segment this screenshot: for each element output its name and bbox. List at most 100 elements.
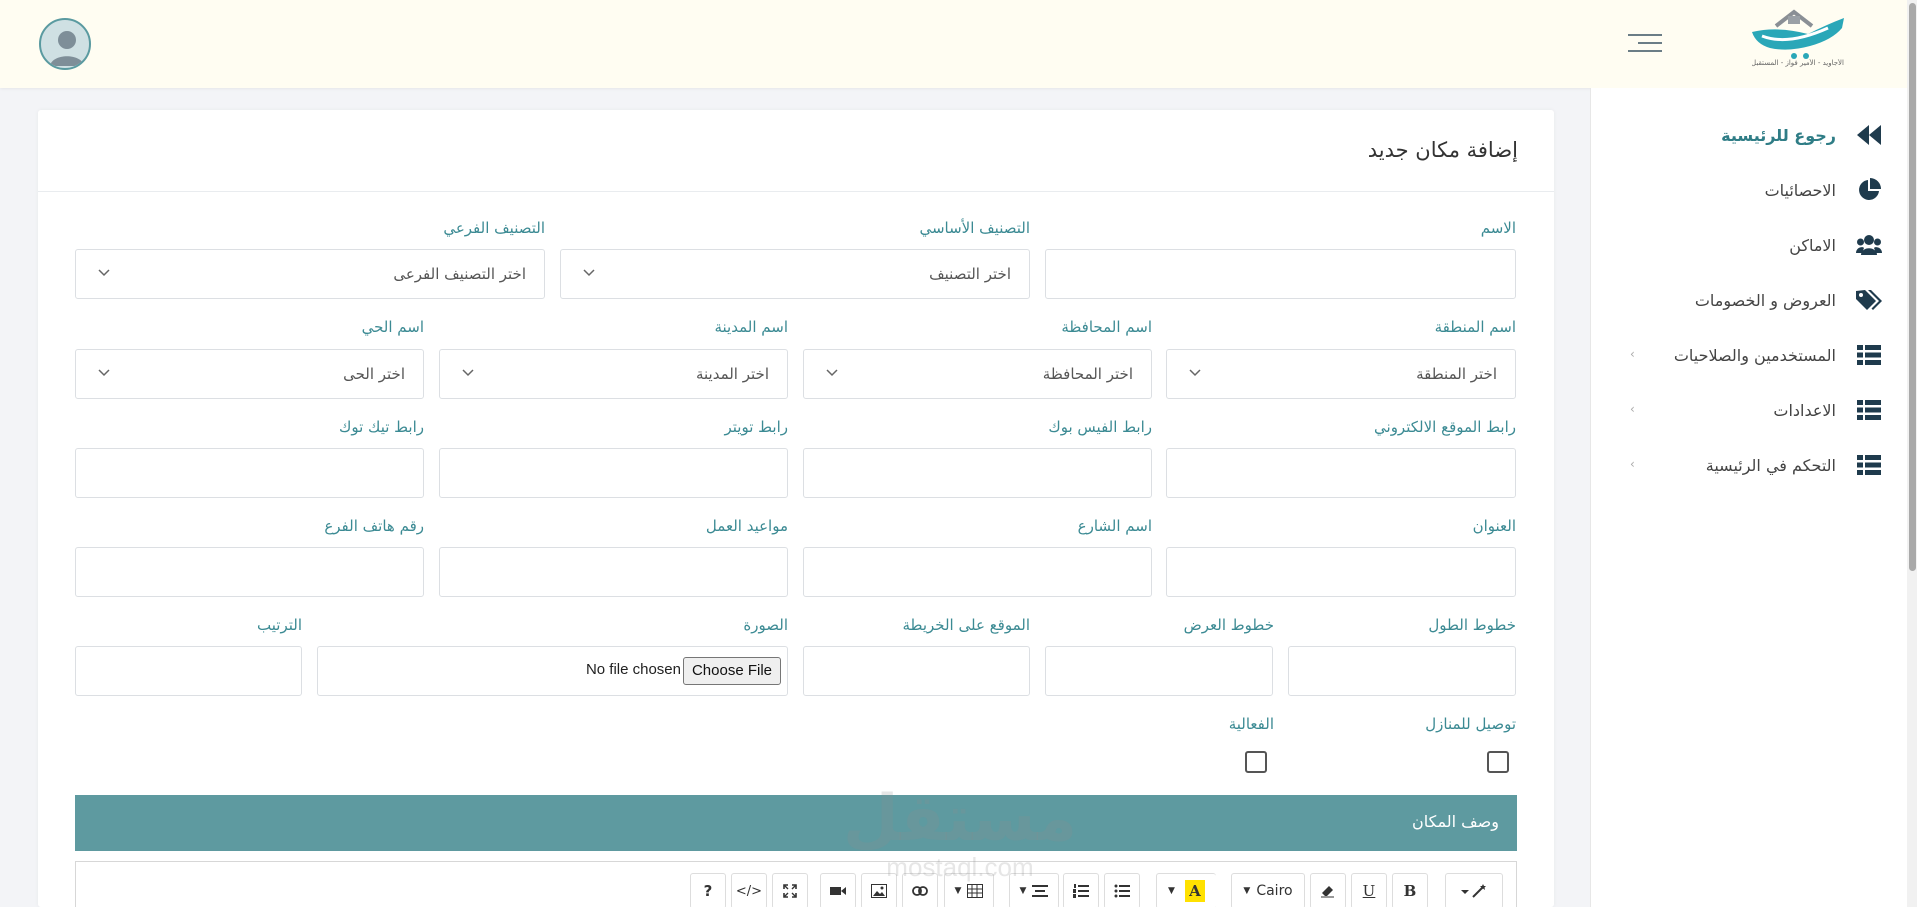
caret-down-icon: ▼: [954, 886, 962, 896]
working-hours-input[interactable]: [439, 547, 788, 597]
home-delivery-checkbox[interactable]: [1487, 751, 1509, 773]
list-icon: [1856, 452, 1882, 478]
link-button[interactable]: [902, 873, 938, 907]
code-view-button[interactable]: </>: [731, 873, 767, 907]
video-icon: [830, 887, 846, 895]
underline-button[interactable]: U: [1351, 873, 1387, 907]
sub-category-select[interactable]: اختر التصنيف الفرعى: [75, 249, 545, 299]
image-button[interactable]: [861, 873, 897, 907]
address-input[interactable]: [1166, 547, 1516, 597]
sidebar-item-offers[interactable]: العروض و الخصومات: [1620, 280, 1882, 320]
table-dropdown[interactable]: ▼: [944, 873, 994, 907]
add-place-card: إضافة مكان جديد: [38, 110, 1554, 907]
numbered-list-icon: [1073, 884, 1089, 898]
main-category-select[interactable]: اختر التصنيف: [560, 249, 1030, 299]
city-select[interactable]: اختر المدينة: [439, 349, 788, 399]
eraser-button[interactable]: [1310, 873, 1346, 907]
fullscreen-button[interactable]: [772, 873, 808, 907]
tiktok-label: رابط تيك توك: [339, 418, 424, 436]
user-icon: [50, 31, 84, 66]
bold-button[interactable]: B: [1392, 873, 1428, 907]
user-avatar[interactable]: [39, 18, 91, 70]
twitter-input[interactable]: [439, 448, 788, 498]
district-select[interactable]: اختر الحى: [75, 349, 424, 399]
city-value: اختر المدينة: [695, 365, 769, 383]
sub-category-value: اختر التصنيف الفرعى: [393, 265, 526, 283]
sidebar-item-users-permissions[interactable]: ‹ المستخدمين والصلاحيات: [1620, 335, 1882, 375]
facebook-input[interactable]: [803, 448, 1152, 498]
website-label: رابط الموقع الالكتروني: [1374, 418, 1516, 436]
sidebar-item-label: رجوع للرئيسية: [1721, 125, 1836, 145]
order-label: الترتيب: [257, 616, 302, 634]
scrollbar-thumb[interactable]: [1909, 3, 1916, 571]
sidebar-item-label: الاعدادات: [1773, 400, 1836, 420]
name-label: الاسم: [1480, 219, 1516, 237]
hours-label: مواعيد العمل: [705, 517, 788, 535]
longitude-input[interactable]: [1288, 646, 1516, 696]
paragraph-align-dropdown[interactable]: ▼: [1009, 873, 1059, 907]
image-file-input[interactable]: Choose File No file chosen: [317, 646, 788, 696]
magic-wand-icon: [1461, 884, 1486, 898]
text-color-button[interactable]: ▼ A: [1156, 873, 1216, 907]
name-input[interactable]: [1045, 249, 1516, 299]
magic-style-button[interactable]: [1445, 873, 1503, 907]
latitude-label: خطوط العرض: [1183, 616, 1274, 634]
map-location-input[interactable]: [803, 646, 1030, 696]
video-button[interactable]: [820, 873, 856, 907]
governorate-select[interactable]: اختر المحافظة: [803, 349, 1152, 399]
sub-category-label: التصنيف الفرعي: [443, 219, 545, 237]
logo-tagline: الأجاويد - الأمير فواز - المستقبل: [1752, 59, 1844, 67]
region-label: اسم المنطقة: [1434, 318, 1516, 336]
sidebar-item-back-home[interactable]: رجوع للرئيسية: [1620, 115, 1882, 155]
city-label: اسم المدينة: [714, 318, 788, 336]
active-checkbox[interactable]: [1245, 751, 1267, 773]
file-status: No file chosen: [585, 661, 681, 678]
street-input[interactable]: [803, 547, 1152, 597]
branch-phone-input[interactable]: [75, 547, 424, 597]
sidebar-item-label: العروض و الخصومات: [1694, 290, 1836, 310]
help-button[interactable]: ?: [690, 873, 726, 907]
text-color-icon: A: [1184, 880, 1205, 902]
latitude-input[interactable]: [1045, 646, 1273, 696]
menu-toggle-button[interactable]: [1628, 34, 1662, 56]
numbered-list-button[interactable]: [1063, 873, 1099, 907]
rich-text-editor[interactable]: B U ▼ Cairo ▼ A ▼ ▼ </> ?: [75, 861, 1517, 907]
order-input[interactable]: [75, 646, 302, 696]
bullet-list-button[interactable]: [1104, 873, 1140, 907]
page-title: إضافة مكان جديد: [1367, 138, 1518, 162]
list-icon: [1856, 342, 1882, 368]
chevron-left-icon: ‹: [1630, 347, 1635, 361]
tiktok-input[interactable]: [75, 448, 424, 498]
chevron-down-icon: [1189, 369, 1201, 377]
caret-down-icon: ▼: [1243, 886, 1251, 896]
font-family-dropdown[interactable]: ▼ Cairo: [1231, 873, 1305, 907]
description-section-header: وصف المكان: [75, 795, 1517, 851]
sidebar-item-label: الاماكن: [1789, 235, 1836, 255]
governorate-value: اختر المحافظة: [1042, 365, 1133, 383]
sidebar-item-places[interactable]: الاماكن: [1620, 225, 1882, 265]
main-category-value: اختر التصنيف: [929, 265, 1011, 283]
caret-down-icon: ▼: [1019, 886, 1027, 896]
region-select[interactable]: اختر المنطقة: [1166, 349, 1516, 399]
image-icon: [871, 884, 887, 898]
align-icon: [1032, 885, 1049, 897]
chevron-down-icon: [462, 369, 474, 377]
region-value: اختر المنطقة: [1416, 365, 1497, 383]
sidebar-item-home-control[interactable]: ‹ التحكم في الرئيسية: [1620, 445, 1882, 485]
table-icon: [967, 884, 984, 898]
district-label: اسم الحي: [361, 318, 424, 336]
choose-file-button[interactable]: Choose File: [682, 657, 781, 685]
active-label: الفعالية: [1228, 715, 1274, 733]
eraser-icon: [1321, 886, 1334, 898]
website-input[interactable]: [1166, 448, 1516, 498]
list-icon: [1856, 397, 1882, 423]
top-header: الأجاويد - الأمير فواز - المستقبل: [0, 0, 1917, 88]
chevron-down-icon: [98, 369, 110, 377]
bullet-list-icon: [1114, 884, 1130, 898]
pie-chart-icon: [1856, 177, 1882, 203]
sidebar-item-settings[interactable]: ‹ الاعدادات: [1620, 390, 1882, 430]
sidebar: [1590, 88, 1917, 907]
sidebar-item-statistics[interactable]: الاحصائيات: [1620, 170, 1882, 210]
sidebar-item-label: المستخدمين والصلاحيات: [1673, 345, 1836, 365]
chevron-down-icon: [583, 269, 595, 277]
